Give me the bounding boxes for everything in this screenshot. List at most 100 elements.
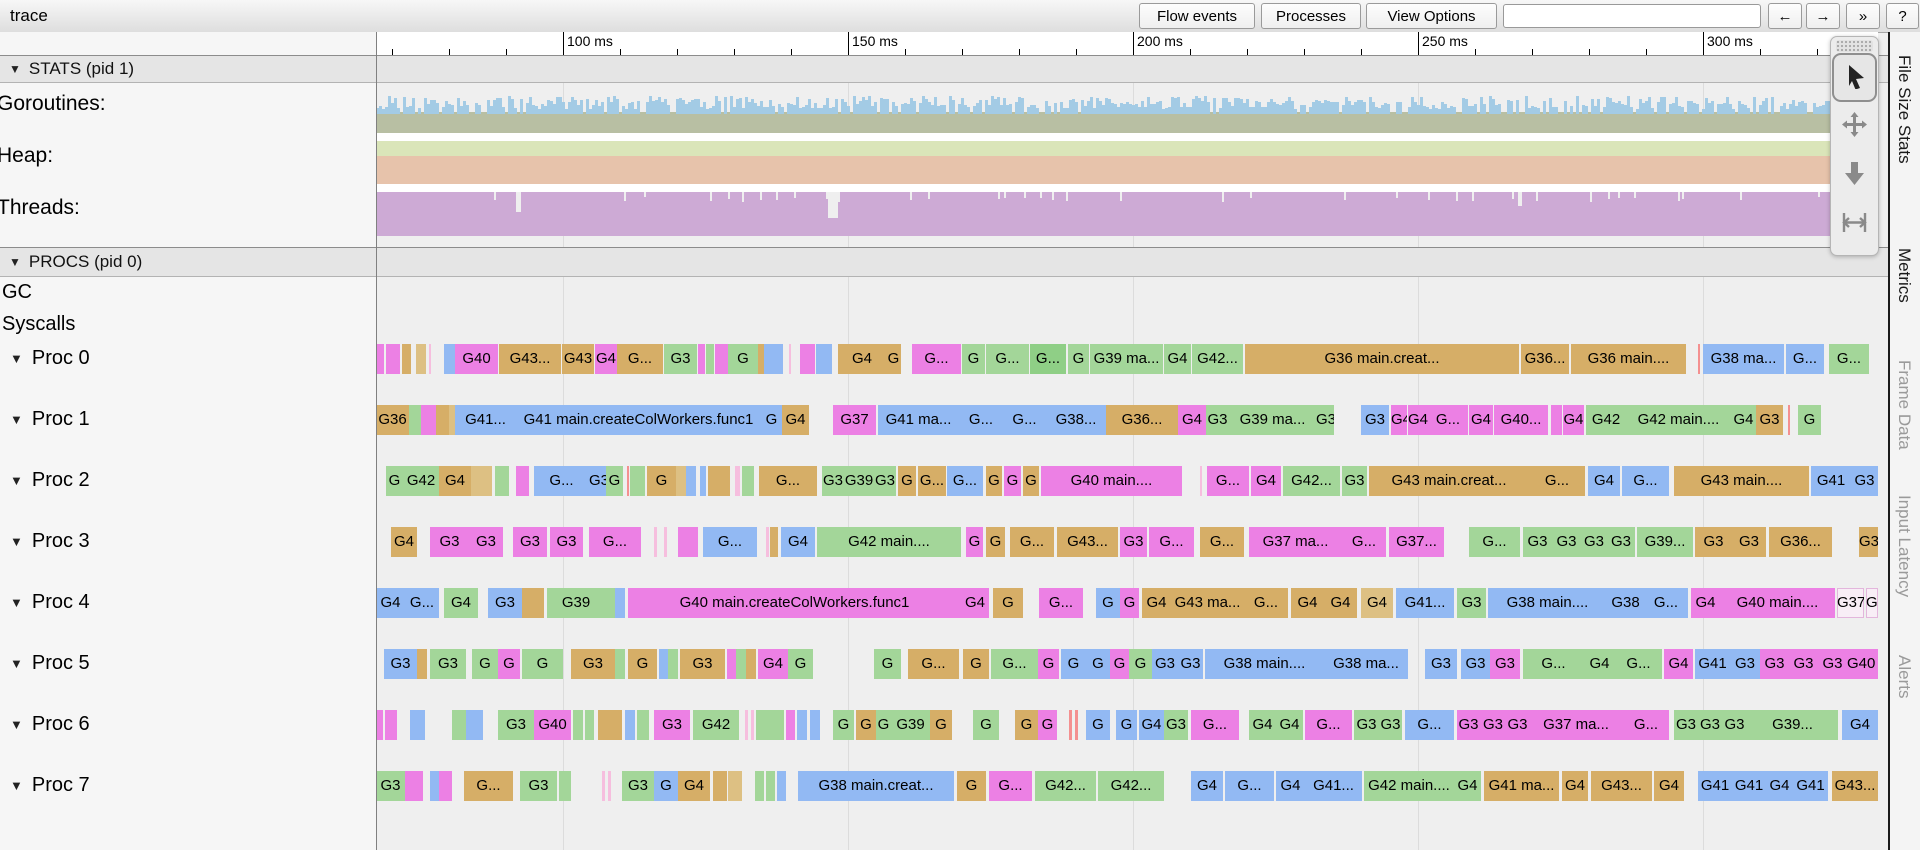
trace-span[interactable]: G42 main.... [817,527,961,557]
trace-span[interactable]: G3 [376,771,405,801]
trace-span[interactable]: G3 [1760,649,1789,679]
trace-span[interactable]: G4 [1142,588,1171,618]
trace-span[interactable]: G36... [1106,405,1178,435]
trace-span[interactable]: G... [991,649,1038,679]
trace-span[interactable]: G3 [822,466,844,496]
trace-span[interactable]: G41 ma... [1484,771,1559,801]
trace-span[interactable]: G40 ma... [1847,649,1878,679]
trace-span[interactable]: G41... [455,405,516,435]
trace-span[interactable]: G... [1469,527,1520,557]
trace-span[interactable]: G3 [384,649,417,679]
trace-span[interactable]: G39... [1637,527,1693,557]
trace-span[interactable]: G [986,466,1002,496]
trace-span[interactable]: G3 [469,527,503,557]
trace-span[interactable]: G... [1428,405,1468,435]
trace-span[interactable]: G3 [571,649,615,679]
trace-span[interactable]: G4 [782,405,809,435]
trace-span[interactable]: G3 [1506,710,1529,740]
trace-span[interactable]: G3 [1732,527,1766,557]
sidebar-tab-input-latency[interactable]: Input Latency [1894,495,1914,597]
trace-span[interactable]: G3 [1730,649,1760,679]
trace-span[interactable]: G40 main.... [1041,466,1182,496]
trace-span[interactable]: G41 [1698,771,1732,801]
trace-span[interactable]: G38 main.... [1488,588,1607,618]
trace-span[interactable]: G [654,771,678,801]
trace-span[interactable]: G43 [562,344,594,374]
trace-span[interactable]: G... [1039,588,1083,618]
trace-span[interactable]: G43... [1057,527,1118,557]
view-options-button[interactable]: View Options [1366,3,1497,29]
trace-span[interactable]: G36 main.... [1571,344,1686,374]
trace-span[interactable]: G4 [1191,771,1223,801]
trace-span[interactable] [727,649,736,679]
trace-span[interactable]: G... [947,466,983,496]
trace-span[interactable]: G3 [1859,527,1878,557]
nav-forward-button[interactable]: → [1806,3,1840,29]
trace-span[interactable]: G [522,649,563,679]
trace-span[interactable]: G [966,527,983,557]
trace-span[interactable]: G43 main.... [1674,466,1809,496]
trace-span[interactable]: G... [1191,710,1239,740]
trace-span[interactable] [756,710,784,740]
trace-span[interactable] [654,527,657,557]
trace-span[interactable]: G3 [1457,588,1486,618]
sidebar-tab-file-size-stats[interactable]: File Size Stats [1894,55,1914,164]
trace-span[interactable]: G36... [1521,344,1569,374]
proc-row-label[interactable]: ▼Proc 5 [10,652,90,675]
trace-span[interactable]: G [973,710,999,740]
trace-span[interactable] [615,649,625,679]
trace-span[interactable]: G4 [1562,771,1588,801]
trace-span[interactable]: G [788,649,813,679]
trace-span[interactable]: G43 main.creat... [1369,466,1529,496]
trace-span[interactable]: G4 [758,649,788,679]
trace-span[interactable]: G37 ma... [1249,527,1342,557]
trace-span[interactable] [777,771,786,801]
trace-span[interactable]: G [1004,466,1021,496]
trace-span[interactable] [708,466,730,496]
trace-span[interactable] [668,649,678,679]
trace-span[interactable] [746,649,756,679]
trace-span[interactable]: G4 [1361,588,1393,618]
trace-span[interactable] [1788,405,1790,435]
trace-span[interactable]: G [962,344,985,374]
trace-span[interactable]: G3 [498,710,534,740]
trace-span[interactable] [678,527,698,557]
trace-span[interactable]: G... [464,771,513,801]
trace-span[interactable]: G36 main.creat... [1245,344,1519,374]
trace-span[interactable]: G40 [455,344,498,374]
trace-span[interactable]: G... [589,527,641,557]
trace-span[interactable]: G3 [1354,710,1379,740]
trace-span[interactable]: G3 [1490,649,1520,679]
trace-span[interactable]: G42... [1098,771,1164,801]
trace-span[interactable]: G3 [1756,405,1783,435]
trace-span[interactable]: G3 [1552,527,1581,557]
trace-span[interactable]: G40 [534,710,571,740]
trace-span[interactable]: G4 [1664,649,1693,679]
trace-span[interactable] [1075,710,1078,740]
trace-span[interactable] [430,771,439,801]
trace-span[interactable] [742,466,754,496]
trace-span[interactable] [439,771,452,801]
proc-row-label[interactable]: ▼Proc 6 [10,713,90,736]
trace-span[interactable] [786,710,795,740]
trace-span[interactable]: G... [1342,527,1386,557]
trace-span[interactable]: G3 [1120,527,1147,557]
trace-span[interactable]: G3 [488,588,522,618]
trace-span[interactable]: G41 ma... [878,405,959,435]
trace-span[interactable]: G40 main.... [1720,588,1835,618]
trace-span[interactable]: G3 [1425,649,1457,679]
trace-span[interactable]: G3 [1361,405,1389,435]
trace-span[interactable] [1069,710,1072,740]
proc-row-label[interactable]: ▼Proc 7 [10,774,90,797]
trace-span[interactable] [797,710,807,740]
trace-span[interactable]: G37 ma... [1529,710,1623,740]
trace-span[interactable]: G3 [1206,405,1229,435]
trace-span[interactable] [728,771,742,801]
trace-span[interactable] [751,710,754,740]
trace-span[interactable]: G3 [1178,649,1203,679]
trace-span[interactable]: G [761,405,782,435]
trace-span[interactable]: G39 ma... [1229,405,1316,435]
trace-span[interactable]: G4 [961,588,989,618]
trace-span[interactable] [766,771,775,801]
trace-span[interactable]: G3 [1818,649,1847,679]
